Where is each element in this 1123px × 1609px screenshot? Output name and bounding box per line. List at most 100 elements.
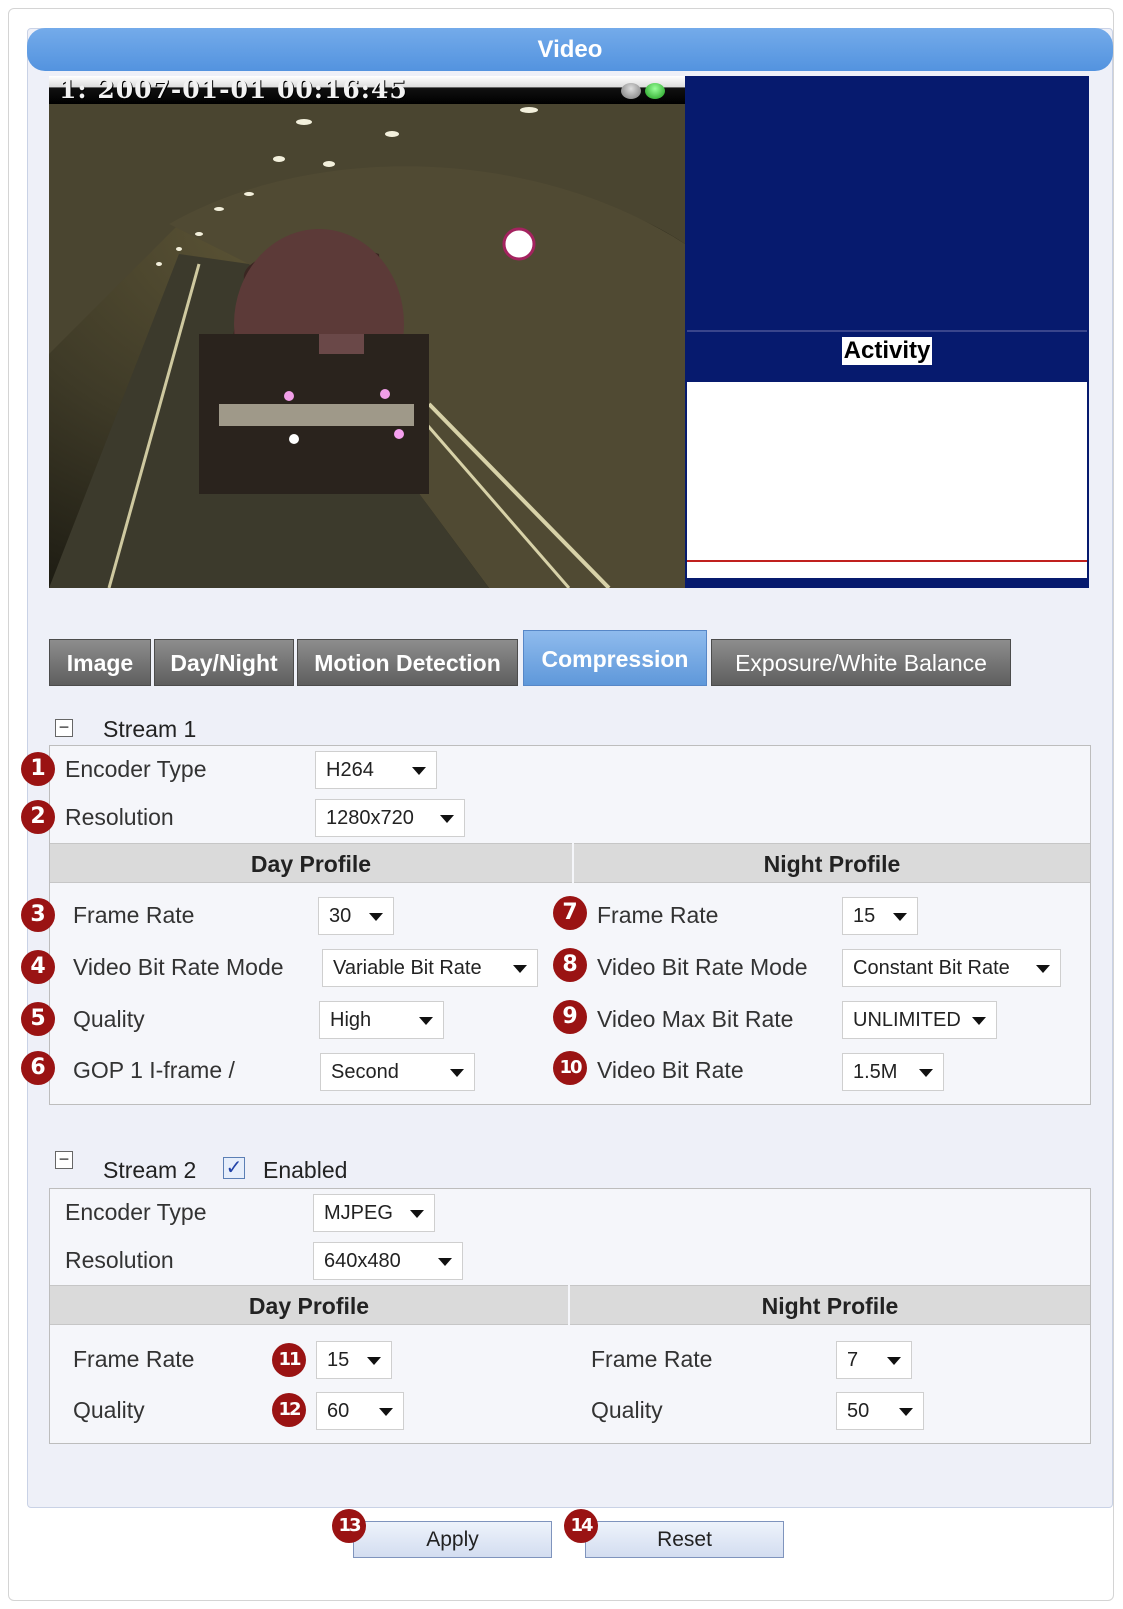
night-bit-rate-label: Video Bit Rate	[597, 1057, 744, 1083]
stream2-night-frame-rate-label: Frame Rate	[591, 1346, 713, 1372]
activity-chart-area: Activity	[687, 330, 1087, 584]
stream2-encoder-type-select[interactable]: MJPEG	[313, 1194, 435, 1232]
stream1-collapse-icon[interactable]: −	[55, 718, 73, 737]
stream1-resolution-label: Resolution	[65, 804, 174, 830]
tunnel-camera-image	[49, 104, 685, 588]
grey-status-icon[interactable]	[621, 83, 641, 99]
stream2-resolution-label: Resolution	[65, 1247, 174, 1273]
callout-badge: 6	[21, 1051, 55, 1085]
stream2-day-profile-header: Day Profile	[50, 1285, 568, 1325]
stream2-night-quality-select[interactable]: 50	[836, 1392, 924, 1430]
day-gop-label: GOP 1 I-frame /	[73, 1057, 235, 1083]
callout-badge: 11	[272, 1343, 306, 1377]
green-status-icon[interactable]	[645, 83, 665, 99]
select-value: 30	[329, 905, 352, 927]
stream2-resolution-select[interactable]: 640x480	[313, 1242, 463, 1280]
stream2-collapse-icon[interactable]: −	[55, 1150, 73, 1169]
callout-badge: 13	[332, 1509, 366, 1543]
stream2-enabled-checkbox[interactable]: ✓	[223, 1157, 245, 1179]
night-bit-rate-select[interactable]: 1.5M	[842, 1053, 944, 1091]
callout-badge: 8	[553, 948, 587, 982]
chevron-down-icon	[450, 1069, 464, 1077]
activity-footer	[687, 578, 1087, 584]
stream2-day-frame-rate-select[interactable]: 15	[316, 1341, 392, 1379]
day-gop-select[interactable]: Second	[320, 1053, 475, 1091]
stream1-encoder-type-label: Encoder Type	[65, 756, 207, 782]
chevron-down-icon	[899, 1408, 913, 1416]
callout-badge: 7	[553, 896, 587, 930]
select-value: Second	[331, 1061, 399, 1083]
select-value: Variable Bit Rate	[333, 957, 482, 979]
tab-motion-detection[interactable]: Motion Detection	[297, 639, 518, 686]
stream2-title: Stream 2	[103, 1157, 197, 1183]
chevron-down-icon	[419, 1017, 433, 1025]
chevron-down-icon	[887, 1357, 901, 1365]
tab-exposure-white-balance[interactable]: Exposure/White Balance	[711, 639, 1011, 686]
callout-badge: 4	[21, 950, 55, 984]
chevron-down-icon	[893, 913, 907, 921]
stream2-night-profile-header: Night Profile	[570, 1285, 1090, 1325]
live-video-view[interactable]: 1: 2007-01-01 00:16:45	[49, 76, 685, 588]
stream1-encoder-type-select[interactable]: H264	[315, 751, 437, 789]
chevron-down-icon	[410, 1210, 424, 1218]
chevron-down-icon	[919, 1069, 933, 1077]
day-quality-select[interactable]: High	[319, 1001, 444, 1039]
callout-badge: 5	[21, 1002, 55, 1036]
night-max-bit-rate-select[interactable]: UNLIMITED	[842, 1001, 997, 1039]
select-value: 640x480	[324, 1250, 401, 1272]
activity-label: Activity	[841, 337, 933, 365]
select-value: 15	[327, 1349, 350, 1371]
select-value: 1.5M	[853, 1061, 898, 1083]
night-bit-rate-mode-select[interactable]: Constant Bit Rate	[842, 949, 1061, 987]
page-title: Video	[27, 28, 1113, 71]
day-bit-rate-mode-label: Video Bit Rate Mode	[73, 954, 284, 980]
stream1-resolution-select[interactable]: 1280x720	[315, 799, 465, 837]
stream2-encoder-type-label: Encoder Type	[65, 1199, 207, 1225]
select-value: 1280x720	[326, 807, 414, 829]
chevron-down-icon	[972, 1017, 986, 1025]
tab-image[interactable]: Image	[49, 639, 151, 686]
chevron-down-icon	[438, 1258, 452, 1266]
select-value: Constant Bit Rate	[853, 957, 1010, 979]
tab-day-night[interactable]: Day/Night	[154, 639, 294, 686]
stream2-day-quality-select[interactable]: 60	[316, 1392, 404, 1430]
night-bit-rate-mode-label: Video Bit Rate Mode	[597, 954, 808, 980]
activity-graph: Activity	[685, 76, 1089, 588]
callout-badge: 2	[21, 800, 55, 834]
stream1-night-profile-header: Night Profile	[574, 843, 1090, 883]
video-timestamp: 1: 2007-01-01 00:16:45	[59, 76, 408, 104]
stream2-day-frame-rate-label: Frame Rate	[73, 1346, 195, 1372]
chevron-down-icon	[369, 913, 383, 921]
day-frame-rate-label: Frame Rate	[73, 902, 195, 928]
stream2-night-frame-rate-select[interactable]: 7	[836, 1341, 912, 1379]
night-max-bit-rate-label: Video Max Bit Rate	[597, 1006, 794, 1032]
tab-compression[interactable]: Compression	[523, 630, 707, 686]
chevron-down-icon	[1036, 965, 1050, 973]
callout-badge: 1	[21, 752, 55, 786]
stream2-night-quality-label: Quality	[591, 1397, 663, 1423]
night-frame-rate-label: Frame Rate	[597, 902, 719, 928]
chevron-down-icon	[412, 767, 426, 775]
night-frame-rate-select[interactable]: 15	[842, 897, 918, 935]
select-value: MJPEG	[324, 1202, 393, 1224]
callout-badge: 3	[21, 898, 55, 932]
callout-badge: 14	[564, 1509, 598, 1543]
stream2-day-quality-label: Quality	[73, 1397, 145, 1423]
select-value: High	[330, 1009, 372, 1031]
reset-button[interactable]: Reset	[585, 1521, 784, 1558]
select-value: 15	[853, 905, 876, 927]
stream2-enabled-label: Enabled	[263, 1157, 348, 1183]
day-frame-rate-select[interactable]: 30	[318, 897, 394, 935]
chevron-down-icon	[379, 1408, 393, 1416]
select-value: 7	[847, 1349, 859, 1371]
select-value: 60	[327, 1400, 350, 1422]
activity-header: Activity	[687, 332, 1087, 382]
select-value: 50	[847, 1400, 870, 1422]
callout-badge: 12	[272, 1393, 306, 1427]
callout-badge: 10	[553, 1051, 587, 1085]
chevron-down-icon	[440, 815, 454, 823]
day-bit-rate-mode-select[interactable]: Variable Bit Rate	[322, 949, 538, 987]
select-value: H264	[326, 759, 374, 781]
stream1-day-profile-header: Day Profile	[50, 843, 572, 883]
apply-button[interactable]: Apply	[353, 1521, 552, 1558]
